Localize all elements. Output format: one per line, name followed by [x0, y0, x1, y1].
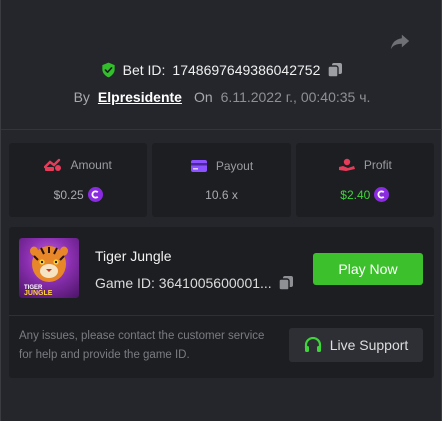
copy-icon[interactable] — [277, 275, 294, 291]
stat-profit: Profit $2.40 — [295, 143, 434, 217]
bet-stats: Amount $0.25 Payout 10.6 x Profit $2.40 — [9, 143, 434, 217]
tiger-image: TIGER JUNGLE — [24, 246, 68, 297]
stat-payout: Payout 10.6 x — [152, 143, 291, 217]
bet-details-panel: Bet ID: 1748697649386042752 By Elpreside… — [0, 0, 442, 421]
card-divider — [9, 315, 434, 316]
section-divider — [1, 129, 442, 130]
stat-amount-label: Amount — [70, 158, 112, 172]
stat-amount: Amount $0.25 — [9, 143, 148, 217]
support-message: Any issues, please contact the customer … — [19, 330, 265, 361]
game-id-row: Game ID: 3641005600001... — [95, 275, 294, 291]
currency-coin-icon — [374, 187, 390, 202]
currency-coin-icon — [87, 187, 103, 202]
bet-id-value: 1748697649386042752 — [172, 62, 321, 78]
game-id-value: Game ID: 3641005600001... — [95, 275, 272, 291]
username-link[interactable]: Elpresidente — [98, 89, 182, 105]
stat-amount-value: $0.25 — [53, 187, 84, 202]
game-title: Tiger Jungle — [95, 248, 172, 264]
shield-check-icon — [101, 62, 115, 78]
live-support-label: Live Support — [329, 337, 409, 353]
bet-id-row: Bet ID: 1748697649386042752 — [1, 62, 442, 78]
stat-payout-value: 10.6 x — [205, 187, 238, 202]
card-icon — [190, 159, 207, 172]
play-now-button[interactable]: Play Now — [313, 253, 423, 285]
stat-profit-label: Profit — [363, 158, 392, 172]
headset-icon — [304, 336, 321, 352]
on-label: On — [193, 89, 213, 105]
bet-date: 6.11.2022 г., 00:40:35 ч. — [220, 89, 371, 105]
bet-id-label: Bet ID: — [122, 62, 166, 78]
live-support-button[interactable]: Live Support — [289, 328, 423, 362]
stat-profit-value: $2.40 — [340, 187, 371, 202]
game-thumbnail[interactable]: TIGER JUNGLE — [19, 238, 79, 298]
svg-text:JUNGLE: JUNGLE — [24, 290, 53, 297]
bet-author-row: By Elpresidente On 6.11.2022 г., 00:40:3… — [1, 89, 442, 105]
coins-icon — [44, 158, 62, 171]
game-card: TIGER JUNGLE Tiger Jungle Game ID: 36410… — [9, 227, 434, 378]
share-icon[interactable] — [389, 30, 411, 52]
copy-icon[interactable] — [327, 62, 343, 78]
hand-coin-icon — [338, 158, 355, 171]
by-label: By — [73, 89, 90, 105]
stat-payout-label: Payout — [215, 158, 254, 173]
